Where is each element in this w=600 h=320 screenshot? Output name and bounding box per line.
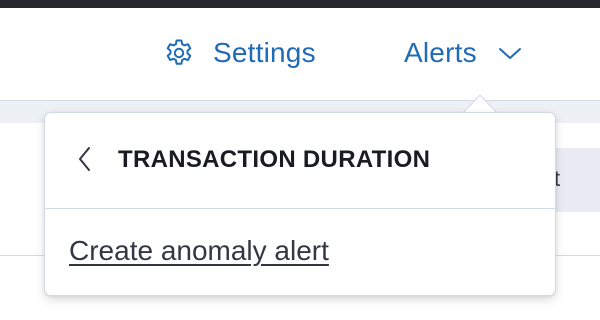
- alerts-label: Alerts: [404, 37, 477, 68]
- popover-title: TRANSACTION DURATION: [118, 146, 431, 173]
- settings-label: Settings: [213, 37, 316, 68]
- top-app-bar: [0, 0, 600, 8]
- gear-icon: [163, 37, 195, 69]
- page-header: Settings Alerts: [0, 8, 600, 101]
- chevron-left-icon: [76, 145, 94, 178]
- settings-link[interactable]: Settings: [163, 35, 316, 71]
- chevron-down-icon: [497, 40, 523, 66]
- create-anomaly-alert-link[interactable]: Create anomaly alert: [69, 235, 329, 267]
- popover-arrow: [463, 94, 497, 114]
- back-button[interactable]: [73, 145, 97, 178]
- alerts-menu-button[interactable]: Alerts: [404, 35, 523, 71]
- popover-header: TRANSACTION DURATION: [45, 113, 555, 209]
- alerts-popover: TRANSACTION DURATION Create anomaly aler…: [44, 112, 556, 296]
